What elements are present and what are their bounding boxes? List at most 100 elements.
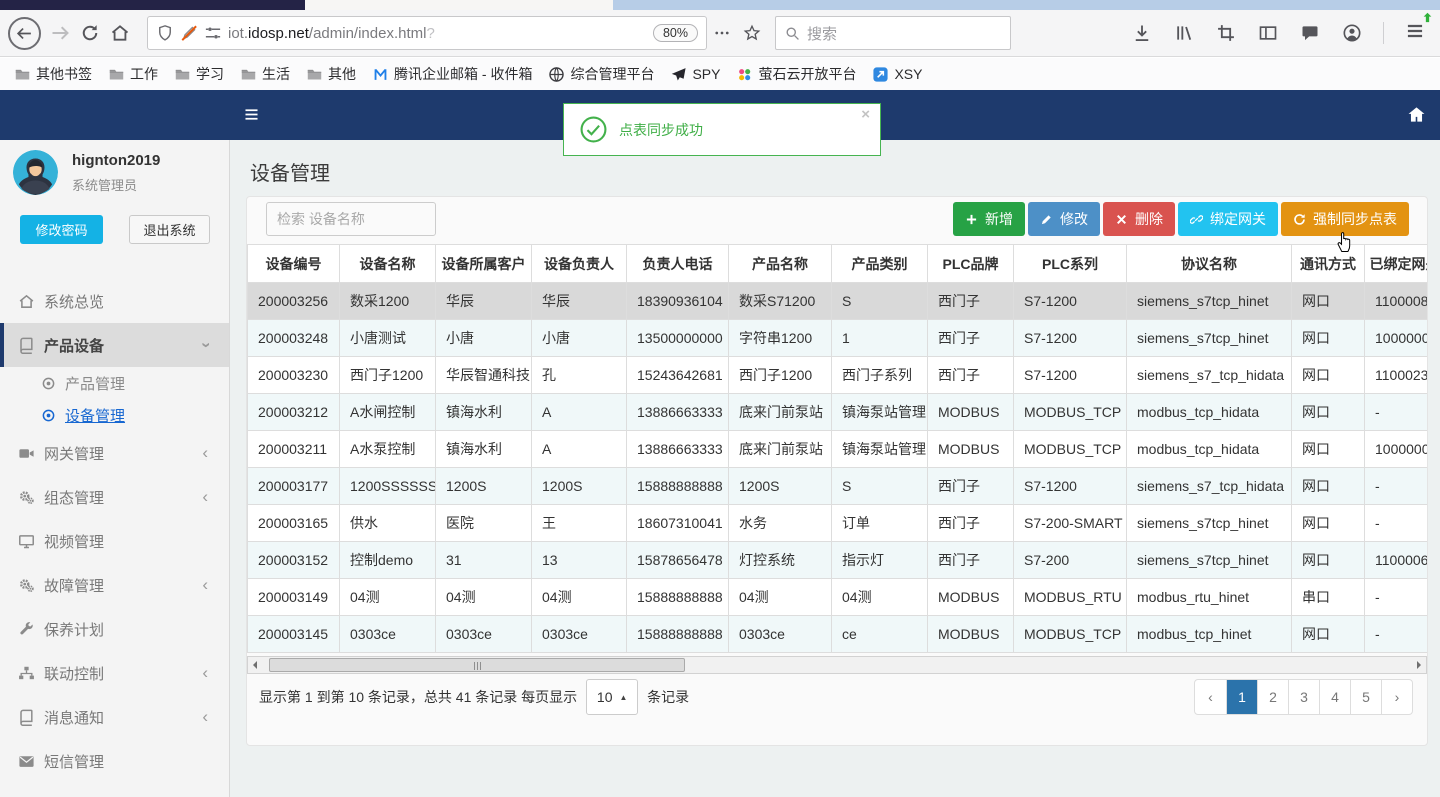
table-cell[interactable]: 网口	[1291, 282, 1365, 320]
library-icon[interactable]	[1169, 18, 1199, 48]
table-cell[interactable]: 网口	[1291, 504, 1365, 542]
page-4[interactable]: 4	[1319, 680, 1350, 714]
permissions-icon[interactable]	[204, 24, 222, 42]
page-5[interactable]: 5	[1350, 680, 1381, 714]
sidebar-item-product-management[interactable]: 产品管理	[0, 367, 229, 399]
page-prev[interactable]: ‹	[1195, 680, 1226, 714]
table-cell[interactable]: A	[531, 393, 627, 431]
table-cell[interactable]: 数采1200	[339, 282, 436, 320]
blocked-pencil-icon[interactable]	[180, 24, 198, 42]
table-cell[interactable]: modbus_rtu_hinet	[1126, 578, 1292, 616]
table-cell[interactable]: MODBUS_TCP	[1013, 615, 1127, 653]
table-cell[interactable]: 1200S	[435, 467, 532, 505]
page-3[interactable]: 3	[1288, 680, 1319, 714]
table-cell[interactable]: 镇海泵站管理	[831, 393, 928, 431]
page-actions-icon[interactable]	[707, 18, 737, 48]
table-cell[interactable]: 1100008	[1364, 282, 1427, 320]
table-row[interactable]: 200003256 数采1200 华辰 华辰 18390936104 数采S71200 S 西…	[247, 282, 1427, 320]
table-cell[interactable]: MODBUS	[927, 578, 1014, 616]
delete-button[interactable]: 删除	[1103, 202, 1175, 236]
table-cell[interactable]: 200003165	[247, 504, 340, 542]
sidebar-item-product-device[interactable]: 产品设备 ‹	[0, 323, 229, 367]
table-cell[interactable]: S	[831, 282, 928, 320]
sidebar-item-video-management[interactable]: 视频管理	[0, 519, 229, 563]
table-cell[interactable]: 200003152	[247, 541, 340, 579]
table-cell[interactable]: 0303ce	[531, 615, 627, 653]
table-cell[interactable]: S7-1200	[1013, 282, 1127, 320]
table-cell[interactable]: 西门子	[927, 282, 1014, 320]
scroll-left-arrow-icon[interactable]	[248, 657, 264, 673]
sidebar-item-system-overview[interactable]: 系统总览	[0, 279, 229, 323]
sidebar-item-sms-management[interactable]: 短信管理	[0, 739, 229, 783]
app-menu-button[interactable]	[1400, 12, 1432, 51]
table-cell[interactable]: 04测	[531, 578, 627, 616]
force-sync-button[interactable]: 强制同步点表	[1281, 202, 1409, 236]
table-row[interactable]: 200003165 供水 医院王 18607310041 水务 订单 西门子 S7-200-S…	[247, 504, 1427, 542]
table-cell[interactable]: 网口	[1291, 467, 1365, 505]
table-cell[interactable]: 1	[831, 319, 928, 357]
table-cell[interactable]: S7-200-SMART	[1013, 504, 1127, 542]
table-row[interactable]: 200003145 0303ce 0303ce 0303ce 15888888888 03…	[247, 615, 1427, 653]
table-cell[interactable]: -	[1364, 467, 1427, 505]
table-cell[interactable]: MODBUS	[927, 430, 1014, 468]
table-row[interactable]: 200003177 1200SSSSSS 1200S 1200S 15888888888…	[247, 467, 1427, 505]
account-icon[interactable]	[1337, 18, 1367, 48]
table-cell[interactable]: 小唐	[531, 319, 627, 357]
table-cell[interactable]: 200003211	[247, 430, 340, 468]
page-size-select[interactable]: 10 ▲	[586, 679, 639, 715]
table-cell[interactable]: A水泵控制	[339, 430, 436, 468]
table-cell[interactable]: modbus_tcp_hidata	[1126, 430, 1292, 468]
table-cell[interactable]: 04测	[831, 578, 928, 616]
browser-search-box[interactable]: 搜索	[775, 16, 1011, 50]
table-cell[interactable]: 18390936104	[626, 282, 729, 320]
scrollbar-thumb[interactable]	[269, 658, 685, 672]
reload-icon[interactable]	[75, 18, 105, 48]
table-cell[interactable]: 华辰	[435, 282, 532, 320]
page-1[interactable]: 1	[1226, 680, 1257, 714]
table-cell[interactable]: 镇海水利	[435, 393, 532, 431]
table-cell[interactable]: ce	[831, 615, 928, 653]
table-cell[interactable]: S7-1200	[1013, 467, 1127, 505]
table-cell[interactable]: 西门子	[927, 467, 1014, 505]
table-cell[interactable]: 孔	[531, 356, 627, 394]
table-row[interactable]: 200003212 A水闸控制 镇海水利 A 13886663333 底来门前泵站 镇海泵站…	[247, 393, 1427, 431]
table-cell[interactable]: 华辰智通科技	[435, 356, 532, 394]
table-cell[interactable]: 镇海水利	[435, 430, 532, 468]
zoom-level-badge[interactable]: 80%	[652, 24, 698, 42]
active-tab-segment[interactable]	[0, 0, 305, 10]
table-cell[interactable]: 数采S71200	[728, 282, 832, 320]
table-cell[interactable]: 医院	[435, 504, 532, 542]
logout-button[interactable]: 退出系统	[129, 215, 210, 244]
table-cell[interactable]: siemens_s7_tcp_hidata	[1126, 467, 1292, 505]
table-row[interactable]: 200003149 04测 04测 04测 15888888888 04测 04测 MODBU…	[247, 578, 1427, 616]
table-cell[interactable]: 15888888888	[626, 467, 729, 505]
add-button[interactable]: 新增	[953, 202, 1025, 236]
app-home-icon[interactable]	[1407, 105, 1426, 124]
table-cell[interactable]: modbus_tcp_hinet	[1126, 615, 1292, 653]
table-cell[interactable]: 1200S	[531, 467, 627, 505]
table-cell[interactable]: MODBUS_TCP	[1013, 393, 1127, 431]
table-cell[interactable]: 底来门前泵站	[728, 393, 832, 431]
table-cell[interactable]: 15888888888	[626, 578, 729, 616]
table-cell[interactable]: siemens_s7tcp_hinet	[1126, 319, 1292, 357]
sidebar-item-maintenance-plan[interactable]: 保养计划	[0, 607, 229, 651]
table-cell[interactable]: 1100006	[1364, 541, 1427, 579]
device-search-input[interactable]	[266, 202, 436, 236]
bookmark-item[interactable]: 其他	[298, 61, 364, 87]
scroll-right-arrow-icon[interactable]	[1410, 657, 1426, 673]
bookmark-item[interactable]: 腾讯企业邮箱 - 收件箱	[364, 61, 540, 87]
table-cell[interactable]: 西门子	[927, 356, 1014, 394]
table-cell[interactable]: siemens_s7tcp_hinet	[1126, 541, 1292, 579]
browser-tab-strip[interactable]	[0, 0, 1440, 10]
table-cell[interactable]: 西门子	[927, 541, 1014, 579]
table-cell[interactable]: 底来门前泵站	[728, 430, 832, 468]
sidebar-item-config-management[interactable]: 组态管理 ‹	[0, 475, 229, 519]
table-cell[interactable]: 网口	[1291, 430, 1365, 468]
table-cell[interactable]: 200003177	[247, 467, 340, 505]
table-cell[interactable]: siemens_s7tcp_hinet	[1126, 282, 1292, 320]
table-cell[interactable]: 13886663333	[626, 393, 729, 431]
sidebar-collapse-icon[interactable]	[243, 106, 260, 123]
table-cell[interactable]: MODBUS_TCP	[1013, 430, 1127, 468]
table-cell[interactable]: 字符串1200	[728, 319, 832, 357]
table-cell[interactable]: 15243642681	[626, 356, 729, 394]
